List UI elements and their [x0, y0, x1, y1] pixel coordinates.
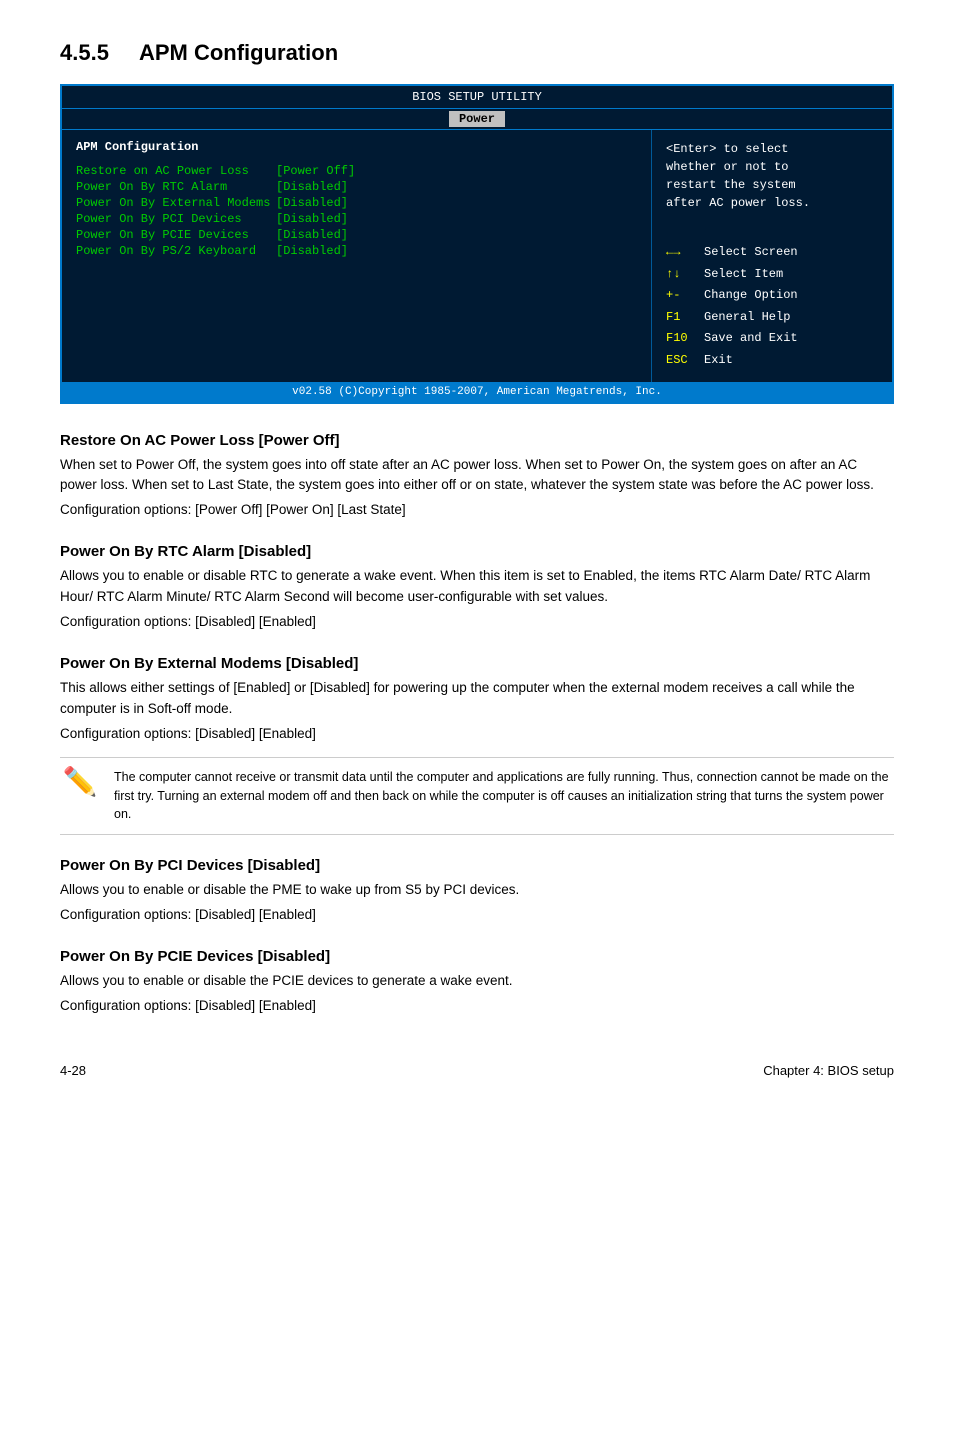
subsection-body: This allows either settings of [Enabled]… — [60, 678, 894, 720]
bios-key-row: F1 General Help — [666, 307, 878, 329]
subsection-body: Allows you to enable or disable RTC to g… — [60, 566, 894, 608]
bios-item-label: Power On By External Modems — [76, 196, 276, 210]
bios-right-panel: <Enter> to select whether or not to rest… — [652, 130, 892, 382]
bios-item-value: [Disabled] — [276, 212, 348, 226]
bios-help-text: <Enter> to select whether or not to rest… — [666, 140, 878, 212]
chapter-label: Chapter 4: BIOS setup — [763, 1063, 894, 1078]
bios-footer-text: v02.58 (C)Copyright 1985-2007, American … — [62, 382, 892, 402]
content-sections: Restore On AC Power Loss [Power Off] When… — [60, 432, 894, 1017]
bios-item-label: Power On By PCIE Devices — [76, 228, 276, 242]
bios-key-row: ESC Exit — [666, 350, 878, 372]
subsection-body: When set to Power Off, the system goes i… — [60, 455, 894, 497]
config-options: Configuration options: [Disabled] [Enabl… — [60, 612, 894, 633]
bios-key-symbol: +- — [666, 285, 696, 307]
bios-key-row: F10 Save and Exit — [666, 328, 878, 350]
bios-key-desc: General Help — [704, 307, 790, 329]
bios-item-row: Power On By PCI Devices[Disabled] — [76, 212, 637, 226]
bios-key-desc: Exit — [704, 350, 733, 372]
bios-item-row: Power On By RTC Alarm[Disabled] — [76, 180, 637, 194]
section-number: 4.5.5 — [60, 40, 109, 66]
bios-screenshot: BIOS SETUP UTILITY Power APM Configurati… — [60, 84, 894, 404]
subsection-title: Power On By RTC Alarm [Disabled] — [60, 543, 894, 560]
bios-item-label: Restore on AC Power Loss — [76, 164, 276, 178]
bios-key-desc: Save and Exit — [704, 328, 798, 350]
content-section-1: Power On By RTC Alarm [Disabled] Allows y… — [60, 543, 894, 633]
subsection-body: Allows you to enable or disable the PME … — [60, 880, 894, 901]
note-icon: ✏️ — [60, 768, 100, 796]
content-section-3: Power On By PCI Devices [Disabled] Allows… — [60, 857, 894, 926]
bios-tab-power: Power — [449, 111, 505, 127]
content-section-2: Power On By External Modems [Disabled] Th… — [60, 655, 894, 835]
bios-item-row: Power On By PCIE Devices[Disabled] — [76, 228, 637, 242]
bios-key-row: ←→ Select Screen — [666, 242, 878, 264]
bios-item-label: Power On By RTC Alarm — [76, 180, 276, 194]
bios-item-row: Power On By External Modems[Disabled] — [76, 196, 637, 210]
subsection-title: Restore On AC Power Loss [Power Off] — [60, 432, 894, 449]
bios-item-row: Power On By PS/2 Keyboard[Disabled] — [76, 244, 637, 258]
bios-items-list: Restore on AC Power Loss[Power Off]Power… — [76, 164, 637, 258]
content-section-4: Power On By PCIE Devices [Disabled] Allow… — [60, 948, 894, 1017]
content-section-0: Restore On AC Power Loss [Power Off] When… — [60, 432, 894, 522]
bios-item-value: [Disabled] — [276, 244, 348, 258]
note-text: The computer cannot receive or transmit … — [114, 768, 894, 824]
bios-key-symbol: F10 — [666, 328, 696, 350]
subsection-title: Power On By PCIE Devices [Disabled] — [60, 948, 894, 965]
bios-item-value: [Power Off] — [276, 164, 355, 178]
bios-left-panel: APM Configuration Restore on AC Power Lo… — [62, 130, 652, 382]
bios-item-value: [Disabled] — [276, 196, 348, 210]
bios-item-label: Power On By PS/2 Keyboard — [76, 244, 276, 258]
config-options: Configuration options: [Power Off] [Powe… — [60, 500, 894, 521]
subsection-title: Power On By External Modems [Disabled] — [60, 655, 894, 672]
bios-key-desc: Select Screen — [704, 242, 798, 264]
bios-tab-row: Power — [62, 109, 892, 130]
bios-key-symbol: F1 — [666, 307, 696, 329]
bios-key-row: +- Change Option — [666, 285, 878, 307]
bios-section-label: APM Configuration — [76, 140, 637, 154]
bios-item-row: Restore on AC Power Loss[Power Off] — [76, 164, 637, 178]
subsection-body: Allows you to enable or disable the PCIE… — [60, 971, 894, 992]
config-options: Configuration options: [Disabled] [Enabl… — [60, 996, 894, 1017]
bios-key-desc: Change Option — [704, 285, 798, 307]
bios-key-symbol: ←→ — [666, 242, 696, 264]
page-footer: 4-28 Chapter 4: BIOS setup — [60, 1057, 894, 1078]
bios-key-symbol: ↑↓ — [666, 264, 696, 286]
page-number: 4-28 — [60, 1063, 86, 1078]
note-box: ✏️ The computer cannot receive or transmi… — [60, 757, 894, 835]
bios-key-symbol: ESC — [666, 350, 696, 372]
bios-content-area: APM Configuration Restore on AC Power Lo… — [62, 130, 892, 382]
bios-item-value: [Disabled] — [276, 180, 348, 194]
bios-key-desc: Select Item — [704, 264, 783, 286]
bios-item-value: [Disabled] — [276, 228, 348, 242]
bios-header-text: BIOS SETUP UTILITY — [62, 86, 892, 109]
bios-keys-list: ←→ Select Screen ↑↓ Select Item +- Change Opt… — [666, 242, 878, 372]
config-options: Configuration options: [Disabled] [Enabl… — [60, 724, 894, 745]
subsection-title: Power On By PCI Devices [Disabled] — [60, 857, 894, 874]
section-title: APM Configuration — [139, 40, 338, 66]
bios-key-row: ↑↓ Select Item — [666, 264, 878, 286]
bios-item-label: Power On By PCI Devices — [76, 212, 276, 226]
config-options: Configuration options: [Disabled] [Enabl… — [60, 905, 894, 926]
